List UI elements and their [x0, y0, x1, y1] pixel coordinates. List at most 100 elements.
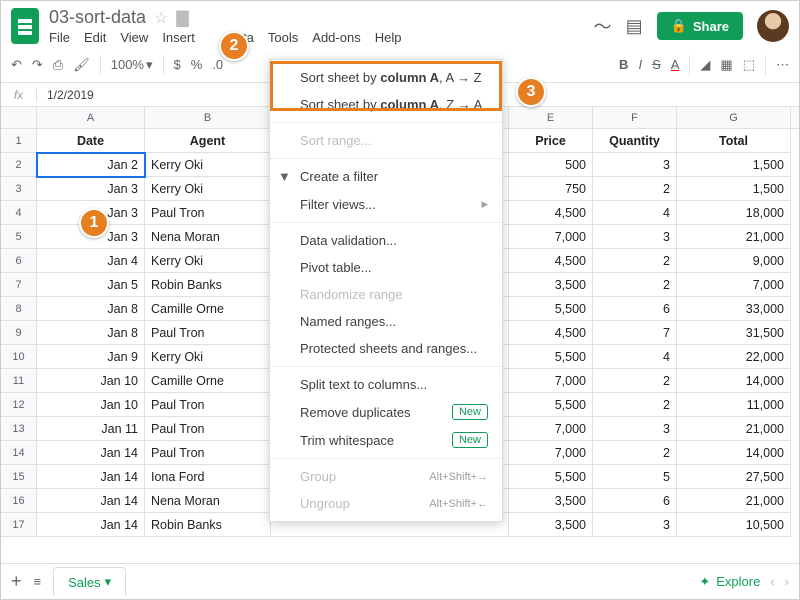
text-color-icon[interactable]: A	[671, 57, 680, 72]
print-icon[interactable]: ⎙	[53, 57, 63, 73]
cell[interactable]: 18,000	[677, 201, 791, 225]
cell[interactable]: 6	[593, 489, 677, 513]
all-sheets-icon[interactable]: ≡	[34, 574, 42, 589]
cell[interactable]: 31,500	[677, 321, 791, 345]
cell[interactable]: 4,500	[509, 321, 593, 345]
cell[interactable]: Jan 3	[37, 177, 145, 201]
menu-filter-views[interactable]: Filter views...▸	[270, 190, 502, 218]
cell[interactable]: Kerry Oki	[145, 345, 271, 369]
cell[interactable]: 2	[593, 177, 677, 201]
cell[interactable]: Jan 8	[37, 321, 145, 345]
add-sheet-icon[interactable]: +	[11, 571, 22, 592]
cell[interactable]: Jan 10	[37, 393, 145, 417]
cell[interactable]: 5,500	[509, 345, 593, 369]
menu-view[interactable]: View	[120, 30, 148, 45]
row-header[interactable]: 13	[1, 417, 37, 441]
menu-trim-whitespace[interactable]: Trim whitespaceNew	[270, 426, 502, 454]
menu-insert[interactable]: Insert	[162, 30, 195, 45]
menu-help[interactable]: Help	[375, 30, 402, 45]
move-folder-icon[interactable]: ▇	[176, 8, 188, 28]
row-header[interactable]: 14	[1, 441, 37, 465]
cell[interactable]: Robin Banks	[145, 513, 271, 537]
cell[interactable]: 10,500	[677, 513, 791, 537]
menu-tools[interactable]: Tools	[268, 30, 298, 45]
cell[interactable]: 14,000	[677, 369, 791, 393]
cell[interactable]: 21,000	[677, 489, 791, 513]
cell[interactable]: 3,500	[509, 489, 593, 513]
row-header[interactable]: 8	[1, 297, 37, 321]
currency-icon[interactable]: $	[174, 57, 181, 72]
cell[interactable]: Nena Moran	[145, 489, 271, 513]
cell[interactable]: 14,000	[677, 441, 791, 465]
fill-color-icon[interactable]: ◢	[700, 57, 710, 73]
cell[interactable]: 2	[593, 393, 677, 417]
row-header[interactable]: 16	[1, 489, 37, 513]
cell[interactable]: 3	[593, 153, 677, 177]
col-E[interactable]: E	[509, 107, 593, 128]
row-header[interactable]: 2	[1, 153, 37, 177]
row-header[interactable]: 4	[1, 201, 37, 225]
cell[interactable]: Jan 14	[37, 441, 145, 465]
col-A[interactable]: A	[37, 107, 145, 128]
explore-button[interactable]: ✦Explore	[699, 574, 760, 590]
cell[interactable]: Kerry Oki	[145, 177, 271, 201]
cell[interactable]: Jan 14	[37, 513, 145, 537]
col-G[interactable]: G	[677, 107, 791, 128]
bold-icon[interactable]: B	[619, 57, 628, 72]
sheet-tab-sales[interactable]: Sales▾	[53, 567, 126, 596]
col-B[interactable]: B	[145, 107, 271, 128]
menu-file[interactable]: File	[49, 30, 70, 45]
sheets-logo-icon[interactable]	[11, 8, 39, 44]
cell[interactable]: 7,000	[509, 225, 593, 249]
cell[interactable]: 3	[593, 513, 677, 537]
row-header[interactable]: 3	[1, 177, 37, 201]
cell[interactable]: 5,500	[509, 465, 593, 489]
cell[interactable]: 27,500	[677, 465, 791, 489]
col-F[interactable]: F	[593, 107, 677, 128]
star-icon[interactable]: ☆	[154, 8, 168, 28]
cell[interactable]: Paul Tron	[145, 417, 271, 441]
cell[interactable]: 2	[593, 249, 677, 273]
cell[interactable]: 5,500	[509, 393, 593, 417]
cell[interactable]: Jan 5	[37, 273, 145, 297]
cell[interactable]: Jan 11	[37, 417, 145, 441]
cell[interactable]: 7,000	[509, 417, 593, 441]
cell[interactable]: Jan 9	[37, 345, 145, 369]
borders-icon[interactable]: ▦	[720, 57, 732, 73]
cell[interactable]: Jan 10	[37, 369, 145, 393]
row-header[interactable]: 1	[1, 129, 37, 153]
cell[interactable]: 750	[509, 177, 593, 201]
cell[interactable]: Jan 14	[37, 489, 145, 513]
cell[interactable]: Paul Tron	[145, 393, 271, 417]
row-header[interactable]: 5	[1, 225, 37, 249]
trend-icon[interactable]: 〜	[594, 13, 612, 39]
menu-remove-duplicates[interactable]: Remove duplicatesNew	[270, 398, 502, 426]
formula-bar[interactable]: 1/2/2019	[37, 88, 94, 102]
cell[interactable]: 5,500	[509, 297, 593, 321]
menu-named-ranges[interactable]: Named ranges...	[270, 308, 502, 335]
cell[interactable]: 3	[593, 225, 677, 249]
account-avatar[interactable]	[757, 10, 789, 42]
row-header[interactable]: 11	[1, 369, 37, 393]
cell[interactable]: 1,500	[677, 153, 791, 177]
cell[interactable]: 7,000	[677, 273, 791, 297]
strike-icon[interactable]: S	[652, 57, 661, 72]
cell[interactable]: Jan 2	[37, 153, 145, 177]
cell[interactable]: 21,000	[677, 225, 791, 249]
cell[interactable]: 500	[509, 153, 593, 177]
decimal-icon[interactable]: .0	[212, 57, 223, 72]
chevron-left-icon[interactable]: ‹	[770, 574, 774, 589]
menu-split-text[interactable]: Split text to columns...	[270, 371, 502, 398]
doc-title[interactable]: 03-sort-data	[49, 7, 146, 28]
cell[interactable]: Paul Tron	[145, 321, 271, 345]
cell[interactable]: 1,500	[677, 177, 791, 201]
row-header[interactable]: 7	[1, 273, 37, 297]
cell[interactable]: 7,000	[509, 369, 593, 393]
cell[interactable]: 11,000	[677, 393, 791, 417]
cell[interactable]: Paul Tron	[145, 201, 271, 225]
menu-edit[interactable]: Edit	[84, 30, 106, 45]
cell[interactable]: 2	[593, 273, 677, 297]
cell[interactable]: Kerry Oki	[145, 153, 271, 177]
comments-icon[interactable]: ▤	[626, 16, 643, 37]
cell[interactable]: 3,500	[509, 273, 593, 297]
